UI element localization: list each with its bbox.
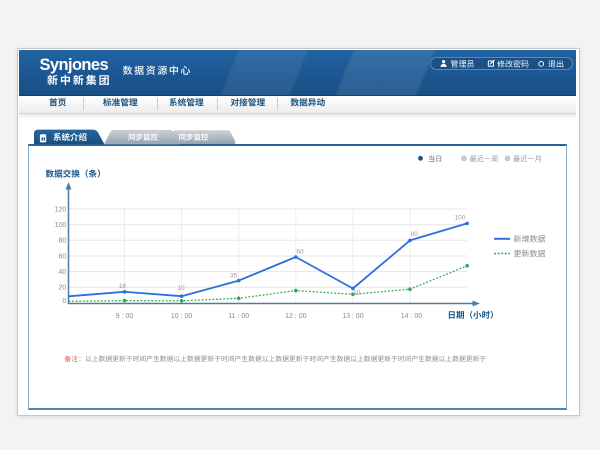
svg-text:60: 60 (296, 249, 304, 256)
svg-text:12 : 00: 12 : 00 (285, 313, 307, 320)
svg-text:10: 10 (353, 290, 361, 297)
svg-text:20: 20 (59, 285, 67, 292)
svg-text:80: 80 (411, 231, 419, 238)
svg-text:35: 35 (230, 273, 238, 280)
svg-text:0: 0 (62, 298, 66, 305)
svg-text:9 : 00: 9 : 00 (116, 313, 134, 320)
svg-text:11 : 00: 11 : 00 (228, 313, 249, 320)
svg-text:10 : 00: 10 : 00 (171, 313, 193, 320)
svg-text:100: 100 (55, 222, 67, 229)
svg-text:18: 18 (119, 283, 127, 290)
svg-text:10: 10 (177, 285, 185, 292)
svg-text:13 : 00: 13 : 00 (342, 313, 364, 320)
svg-text:80: 80 (59, 238, 67, 245)
svg-text:14 : 00: 14 : 00 (401, 313, 423, 320)
svg-text:120: 120 (55, 206, 67, 213)
svg-text:60: 60 (59, 253, 67, 260)
svg-text:40: 40 (59, 269, 67, 276)
svg-text:100: 100 (455, 214, 466, 221)
